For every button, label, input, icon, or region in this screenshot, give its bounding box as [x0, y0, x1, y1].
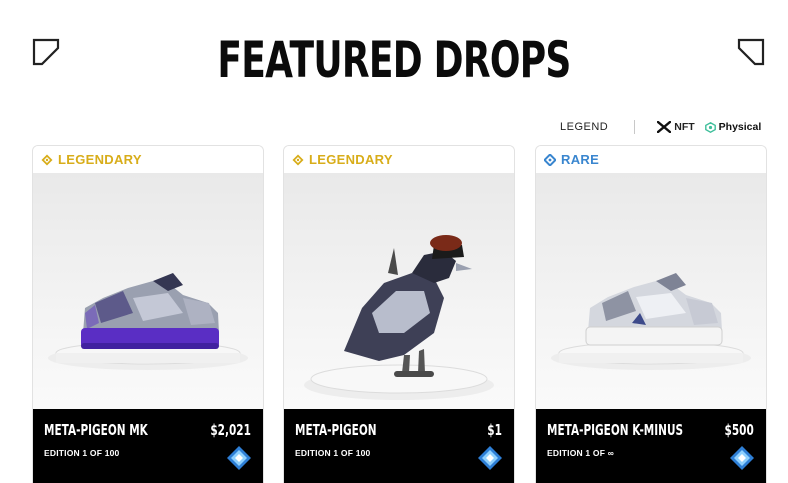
product-name: META-PIGEON MK [44, 421, 148, 439]
token-diamond-icon [227, 446, 251, 470]
rarity-badge: LEGENDARY [33, 146, 263, 173]
corner-bracket-icon [32, 38, 60, 66]
rarity-label: RARE [561, 152, 600, 167]
rarity-badge: RARE [536, 146, 766, 173]
edition-label: EDITION 1 OF ∞ [547, 448, 614, 458]
legend: LEGEND NFT Physical [560, 119, 771, 135]
product-image [536, 173, 766, 409]
card-footer: META-PIGEON MK $2,021 EDITION 1 OF 100 [33, 409, 263, 483]
token-diamond-icon [730, 446, 754, 470]
legend-label: LEGEND [560, 121, 609, 133]
rarity-label: LEGENDARY [309, 152, 393, 167]
page-title: FEATURED DROPS [217, 31, 571, 89]
rarity-badge: LEGENDARY [284, 146, 514, 173]
product-image [33, 173, 263, 409]
corner-bracket-icon [737, 38, 765, 66]
product-card[interactable]: LEGENDARY META-PIGEON $1 EDITION 1 OF 10… [283, 145, 515, 483]
card-footer: META-PIGEON $1 EDITION 1 OF 100 [284, 409, 514, 483]
edition-label: EDITION 1 OF 100 [44, 448, 120, 458]
product-price: $2,021 [210, 421, 251, 439]
product-name: META-PIGEON [295, 421, 377, 439]
product-image [284, 173, 514, 409]
product-card[interactable]: RARE META-PIGEON K-MINUS $500 EDITION 1 … [535, 145, 767, 483]
product-name: META-PIGEON K-MINUS [547, 421, 684, 439]
product-card[interactable]: LEGENDARY META-PIGEON MK $2,021 EDITION … [32, 145, 264, 483]
physical-icon [704, 121, 716, 133]
legendary-gem-icon [292, 154, 304, 165]
x-nft-icon [657, 121, 672, 133]
legend-nft: NFT [657, 121, 695, 133]
token-diamond-icon [478, 446, 502, 470]
legendary-gem-icon [41, 154, 53, 165]
legend-physical-label: Physical [718, 121, 762, 133]
legend-physical: Physical [704, 121, 762, 133]
product-price: $1 [487, 421, 502, 439]
rare-gem-icon [544, 153, 556, 166]
card-footer: META-PIGEON K-MINUS $500 EDITION 1 OF ∞ [536, 409, 766, 483]
legend-divider [634, 120, 636, 134]
rarity-label: LEGENDARY [58, 152, 142, 167]
legend-nft-label: NFT [674, 121, 695, 133]
edition-label: EDITION 1 OF 100 [295, 448, 371, 458]
product-price: $500 [724, 421, 754, 439]
